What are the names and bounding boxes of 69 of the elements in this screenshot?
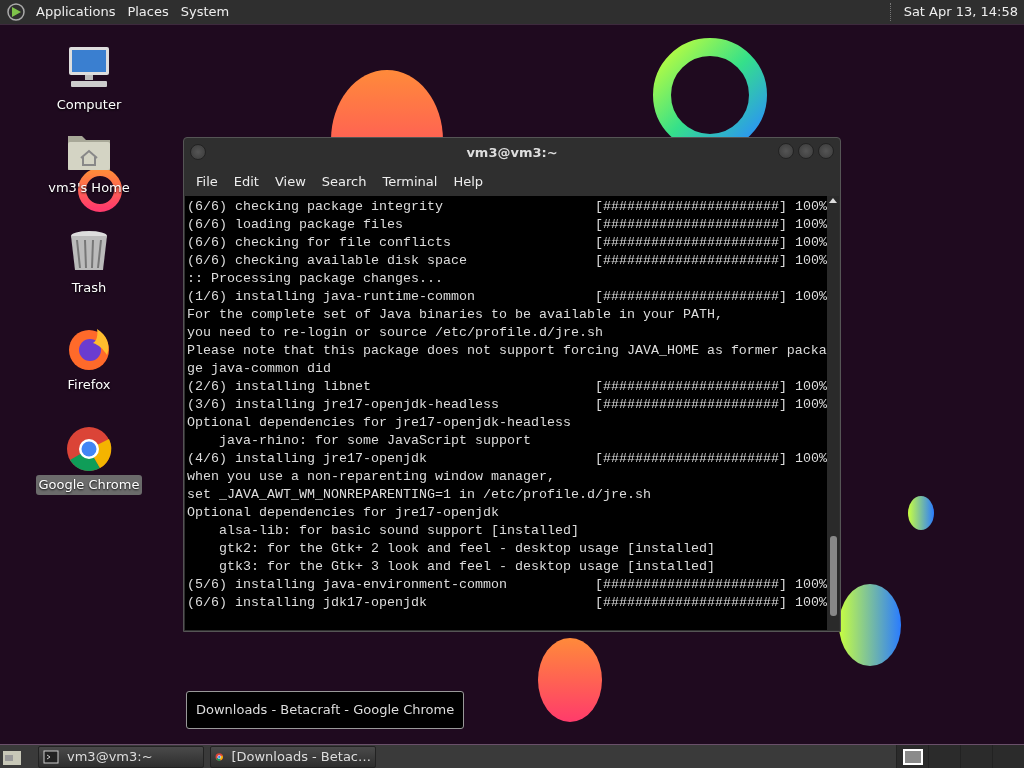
tooltip: Downloads - Betacraft - Google Chrome bbox=[186, 691, 465, 729]
menu-item[interactable]: System bbox=[174, 0, 236, 24]
progress-bar-text: [######################] bbox=[595, 594, 787, 612]
percent-text: 100% bbox=[795, 216, 827, 234]
terminal-line: ge java-common did bbox=[187, 360, 331, 378]
terminal-line: Please note that this package does not support forcing JAVA_HOME as former packa bbox=[187, 342, 827, 360]
terminal-line: (4/6) installing jre17-openjdk bbox=[187, 450, 428, 468]
percent-text: 100% bbox=[795, 396, 827, 414]
terminal-line: (3/6) installing jre17-openjdk-headless bbox=[187, 396, 500, 414]
progress-bar-text: [######################] bbox=[595, 576, 787, 594]
progress-bar-text: [######################] bbox=[595, 396, 787, 414]
terminal-line: gtk3: for the Gtk+ 3 look and feel - desktop usage [installed] bbox=[218, 558, 715, 576]
percent-text: 100% bbox=[795, 198, 827, 216]
terminal-line: you need to re-login or source /etc/profile.d/jre.sh bbox=[187, 324, 603, 342]
progress-bar-text: [######################] bbox=[595, 234, 787, 252]
percent-text: 100% bbox=[795, 234, 827, 252]
icon-label[interactable]: Google Chrome bbox=[35, 475, 143, 495]
terminal-line: (6/6) checking available disk space bbox=[187, 252, 468, 270]
progress-bar-text: [######################] bbox=[595, 252, 787, 270]
terminal-line: (6/6) loading package files bbox=[187, 216, 404, 234]
terminal-icon bbox=[43, 749, 59, 764]
window-title: vm3@vm3:~ bbox=[466, 144, 558, 163]
progress-bar-text: [######################] bbox=[595, 216, 787, 234]
icon-label[interactable]: Computer bbox=[53, 95, 125, 115]
terminal-line: :: Processing package changes... bbox=[187, 270, 443, 288]
terminal-line: set _JAVA_AWT_WM_NONREPARENTING=1 in /etc/profile.d/jre.sh bbox=[187, 486, 651, 504]
progress-bar-text: [######################] bbox=[595, 198, 787, 216]
menu-item[interactable]: View bbox=[266, 172, 314, 192]
menu-item[interactable]: Applications bbox=[30, 0, 122, 24]
progress-bar-text: [######################] bbox=[595, 288, 787, 306]
terminal-line: (1/6) installing java-runtime-common bbox=[187, 288, 476, 306]
percent-text: 100% bbox=[795, 576, 827, 594]
icon-label[interactable]: Trash bbox=[68, 278, 110, 298]
menu-logo-icon[interactable] bbox=[6, 2, 26, 22]
taskbar-button[interactable]: vm3@vm3:~ bbox=[38, 745, 204, 768]
icon-label[interactable]: Firefox bbox=[64, 375, 114, 395]
menu-item[interactable]: Help bbox=[445, 172, 492, 192]
terminal-line: (6/6) installing jdk17-openjdk bbox=[187, 594, 428, 612]
terminal-line: Optional dependencies for jre17-openjdk bbox=[187, 504, 499, 522]
terminal-line: For the complete set of Java binaries to be available in your PATH, bbox=[187, 306, 723, 324]
percent-text: 100% bbox=[795, 450, 827, 468]
terminal-line: (2/6) installing libnet bbox=[187, 378, 372, 396]
progress-bar-text: [######################] bbox=[595, 450, 787, 468]
taskbar-button[interactable]: [Downloads - Betac… bbox=[210, 745, 376, 768]
percent-text: 100% bbox=[795, 378, 827, 396]
terminal-line: when you use a non-reparenting window manager, bbox=[187, 468, 555, 486]
menu-item[interactable]: Search bbox=[313, 172, 375, 192]
progress-bar-text: [######################] bbox=[595, 378, 787, 396]
terminal-line: (6/6) checking package integrity bbox=[187, 198, 444, 216]
terminal-line: Optional dependencies for jre17-openjdk-headless bbox=[187, 414, 571, 432]
clock[interactable]: Sat Apr 13, 14:58 bbox=[897, 0, 1024, 24]
terminal-line: gtk2: for the Gtk+ 2 look and feel - desktop usage [installed] bbox=[218, 540, 715, 558]
menu-item[interactable]: Edit bbox=[225, 172, 267, 192]
menu-item[interactable]: Terminal bbox=[374, 172, 446, 192]
workspace-button[interactable] bbox=[896, 744, 928, 768]
chrome-icon[interactable] bbox=[65, 425, 113, 473]
terminal-line: java-rhino: for some JavaScript support bbox=[218, 432, 531, 450]
percent-text: 100% bbox=[795, 288, 827, 306]
panel-divider bbox=[889, 3, 892, 21]
menu-item[interactable]: File bbox=[188, 172, 226, 192]
scroll-up-arrow-icon[interactable] bbox=[829, 198, 837, 203]
terminal-line: alsa-lib: for basic sound support [installed] bbox=[218, 522, 579, 540]
percent-text: 100% bbox=[795, 594, 827, 612]
scroll-thumb[interactable] bbox=[830, 536, 837, 616]
percent-text: 100% bbox=[795, 252, 827, 270]
scrollbar[interactable] bbox=[827, 196, 839, 630]
terminal-line: (6/6) checking for file conflicts bbox=[187, 234, 452, 252]
terminal-line: (5/6) installing java-environment-common bbox=[187, 576, 508, 594]
menu-item[interactable]: Places bbox=[121, 0, 175, 24]
